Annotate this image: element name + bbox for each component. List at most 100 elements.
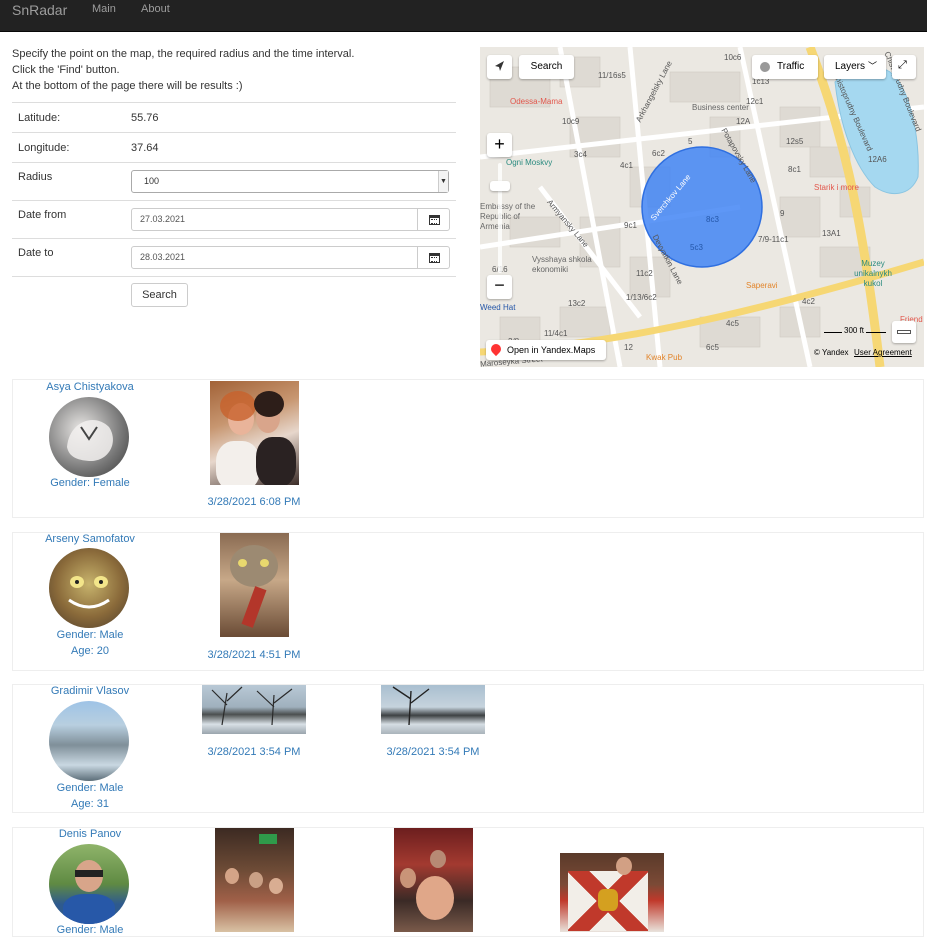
map-copyright: © Yandex — [814, 348, 849, 357]
instruction-line: Specify the point on the map, the requir… — [12, 48, 355, 60]
date-from-label: Date from — [18, 209, 67, 221]
result-photo[interactable] — [381, 685, 485, 734]
house-number: 10c9 — [562, 117, 580, 126]
longitude-value: 37.64 — [131, 142, 159, 154]
result-photo[interactable] — [215, 828, 294, 932]
zoom-slider-handle[interactable] — [490, 181, 510, 191]
traffic-label: Traffic — [777, 61, 805, 72]
poi-label[interactable]: Embassy of the Republic of Armenia — [480, 202, 538, 232]
result-photo[interactable] — [394, 828, 473, 932]
traffic-button[interactable]: Traffic — [752, 55, 818, 79]
open-in-yandex-label: Open in Yandex.Maps — [507, 345, 596, 355]
latitude-row: Latitude: 55.76 — [12, 103, 456, 133]
house-number: 12A6 — [868, 155, 887, 164]
poi-label[interactable]: Muzey unikalnykh kukol — [846, 259, 900, 289]
poi-label[interactable]: Vysshaya shkola ekonomiki — [532, 255, 602, 275]
house-number: 5 — [688, 137, 693, 146]
result-photo[interactable] — [220, 533, 289, 637]
avatar[interactable] — [49, 844, 129, 924]
instruction-line: At the bottom of the page there will be … — [12, 80, 243, 92]
date-to-calendar-button[interactable] — [417, 246, 450, 269]
user-info: Gender: Male Age: 31 — [13, 780, 167, 812]
radius-select[interactable]: 100 ▼ — [131, 170, 449, 193]
zoom-slider-track[interactable] — [498, 163, 502, 273]
calendar-icon — [429, 253, 440, 263]
fullscreen-button[interactable]: ⤢ — [892, 55, 916, 79]
chevron-down-icon: ﹀ — [868, 61, 878, 71]
date-to-value: 28.03.2021 — [140, 252, 186, 262]
longitude-label: Longitude: — [18, 142, 70, 154]
house-number: 12s5 — [786, 137, 804, 146]
house-number: 12A — [736, 117, 751, 126]
map-pin-icon — [488, 341, 504, 357]
user-gender: Gender: Male — [56, 924, 124, 936]
zoom-out-button[interactable]: − — [487, 275, 512, 299]
user-name-link[interactable]: Arseny Samofatov — [13, 533, 167, 545]
house-number: 5c3 — [690, 243, 703, 252]
house-number: 13A1 — [822, 229, 841, 238]
user-info: Gender: Male — [13, 922, 167, 938]
house-number: 10c6 — [724, 53, 742, 62]
poi-label[interactable]: Kwak Pub — [646, 353, 682, 362]
house-number: 11/16s5 — [598, 71, 626, 80]
user-age: Age: 20 — [71, 645, 109, 657]
layers-label: Layers — [835, 61, 866, 72]
house-number: 6c5 — [706, 343, 719, 352]
scale-label: 300 ft — [842, 326, 867, 335]
avatar[interactable] — [49, 397, 129, 477]
chevron-down-icon: ▼ — [438, 171, 448, 192]
photo-timestamp[interactable]: 3/28/2021 3:54 PM — [343, 746, 523, 758]
house-number: 12 — [624, 343, 633, 352]
date-to-input[interactable]: 28.03.2021 — [131, 246, 418, 269]
user-info: Gender: Male Age: 20 — [13, 627, 167, 659]
poi-label[interactable]: Odessa-Mama — [510, 97, 562, 106]
poi-label[interactable]: Starik i more — [814, 183, 859, 192]
nav-about[interactable]: About — [141, 3, 170, 15]
user-age: Age: 31 — [71, 798, 109, 810]
navbar: SnRadar Main About — [0, 0, 927, 32]
open-in-yandex-button[interactable]: Open in Yandex.Maps — [486, 340, 606, 360]
avatar[interactable] — [49, 548, 129, 628]
brand-logo[interactable]: SnRadar — [12, 2, 67, 18]
calendar-icon — [429, 215, 440, 225]
date-from-value: 27.03.2021 — [140, 214, 186, 224]
latitude-value: 55.76 — [131, 112, 159, 124]
layers-button[interactable]: Layers ﹀ — [824, 55, 886, 79]
map-search-button[interactable]: Search — [519, 55, 574, 79]
poi-label[interactable]: Business center — [692, 103, 749, 112]
poi-label[interactable]: Ogni Moskvy — [506, 158, 552, 167]
user-name-link[interactable]: Gradimir Vlasov — [13, 685, 167, 697]
poi-label[interactable]: Weed Hat — [480, 303, 515, 312]
house-number: 9c1 — [624, 221, 637, 230]
user-agreement-link[interactable]: User Agreement — [854, 348, 912, 357]
date-from-calendar-button[interactable] — [417, 208, 450, 231]
user-name-link[interactable]: Denis Panov — [13, 828, 167, 840]
zoom-in-icon: + — [494, 134, 505, 154]
user-info: Gender: Female — [13, 475, 167, 491]
map[interactable]: 11/16s5 10c6 1c13 12c1 12A 10c9 5 12s5 3… — [480, 47, 924, 367]
result-card: Asya Chistyakova Gender: Female 3/28/202… — [12, 379, 924, 518]
house-number: 4c1 — [620, 161, 633, 170]
radius-label: Radius — [18, 171, 53, 183]
user-gender: Gender: Female — [50, 477, 130, 489]
nav-main[interactable]: Main — [92, 3, 116, 15]
result-photo[interactable] — [560, 853, 664, 932]
house-number: 13c2 — [568, 299, 586, 308]
geolocation-button[interactable] — [487, 55, 512, 79]
zoom-in-button[interactable]: + — [487, 133, 512, 157]
photo-timestamp[interactable]: 3/28/2021 6:08 PM — [164, 496, 344, 508]
ruler-button[interactable] — [892, 321, 916, 343]
photo-timestamp[interactable]: 3/28/2021 4:51 PM — [164, 649, 344, 661]
user-name-link[interactable]: Asya Chistyakova — [13, 381, 167, 393]
result-card: Arseny Samofatov Gender: Male Age: 20 3/… — [12, 532, 924, 671]
result-photo[interactable] — [210, 381, 299, 485]
house-number: 6c2 — [652, 149, 665, 158]
poi-label[interactable]: Saperavi — [746, 281, 778, 290]
search-button[interactable]: Search — [131, 283, 188, 307]
avatar[interactable] — [49, 701, 129, 781]
zoom-out-icon: − — [494, 275, 505, 295]
longitude-row: Longitude: 37.64 — [12, 133, 456, 163]
result-photo[interactable] — [202, 685, 306, 734]
photo-timestamp[interactable]: 3/28/2021 3:54 PM — [164, 746, 344, 758]
date-from-input[interactable]: 27.03.2021 — [131, 208, 418, 231]
